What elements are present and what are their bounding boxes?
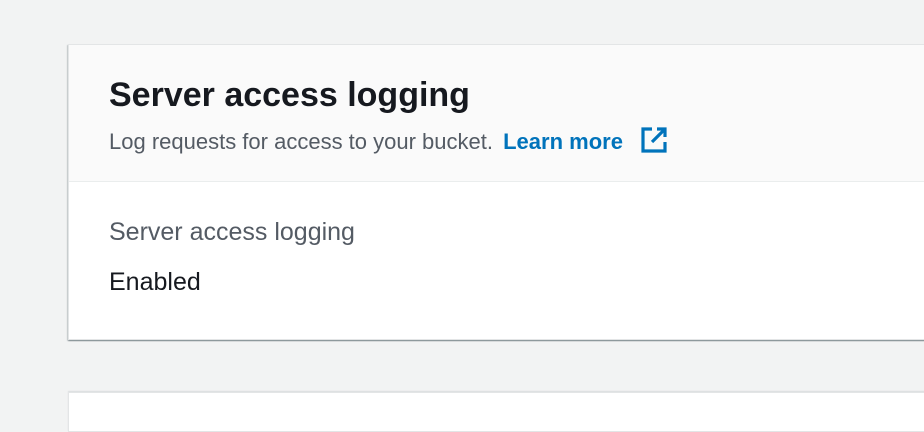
server-access-logging-panel: Server access logging Log requests for a…: [68, 44, 924, 340]
field-label: Server access logging: [109, 218, 355, 246]
learn-more-link[interactable]: Learn more: [503, 127, 669, 154]
learn-more-label: Learn more: [503, 129, 623, 154]
panel-header: Server access logging Log requests for a…: [69, 45, 924, 182]
panel-title: Server access logging: [109, 76, 470, 114]
panel-description-text: Log requests for access to your bucket.: [109, 129, 493, 154]
panel-description: Log requests for access to your bucket. …: [109, 125, 669, 158]
external-link-icon: [641, 127, 667, 153]
field-value: Enabled: [109, 268, 201, 296]
next-panel: [68, 392, 924, 432]
